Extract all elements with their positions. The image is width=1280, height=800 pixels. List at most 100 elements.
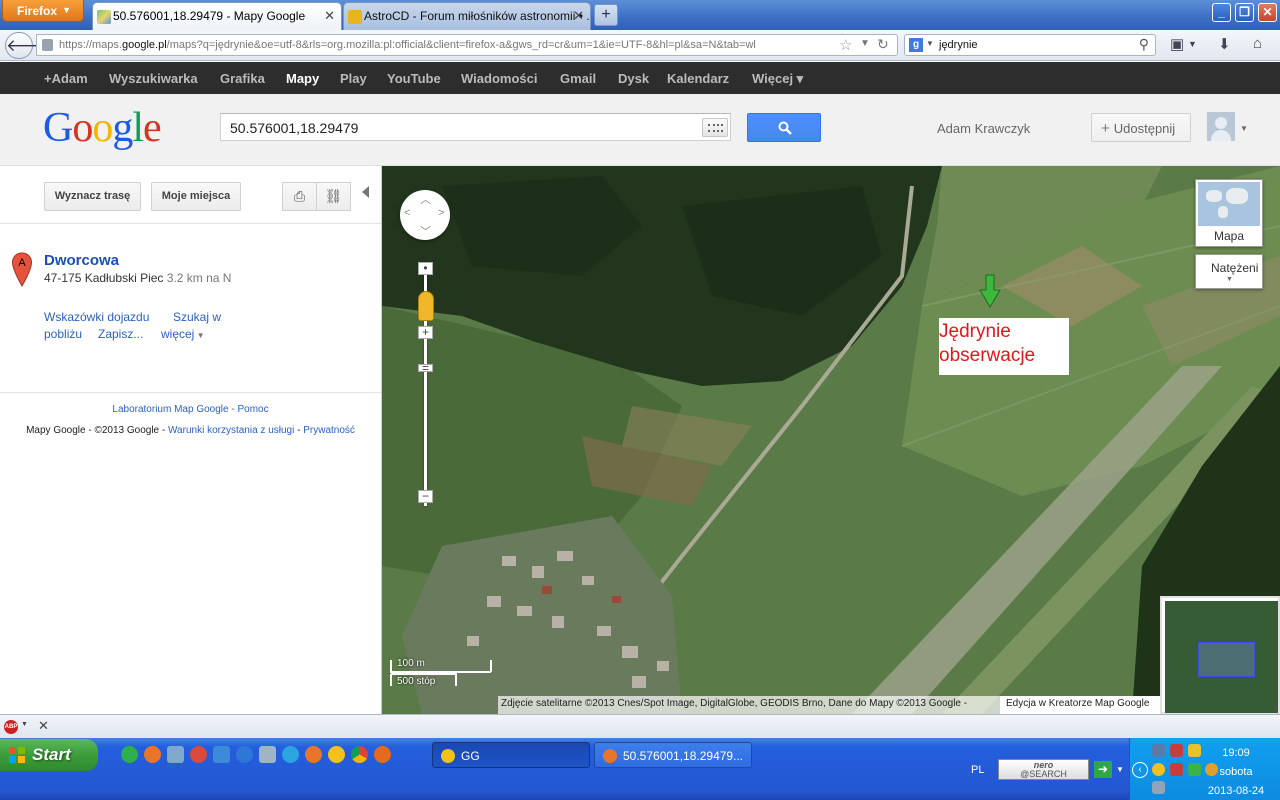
google-engine-icon[interactable]: g bbox=[909, 38, 923, 52]
chevron-down-icon[interactable]: ▼ bbox=[1116, 765, 1124, 774]
print-button[interactable]: ⎙ bbox=[282, 182, 317, 211]
tray-app-icon[interactable] bbox=[1170, 744, 1183, 757]
map-maker-link[interactable]: Edycja w Kreatorze Map Google bbox=[1000, 696, 1160, 714]
gbar-item-images[interactable]: Grafika bbox=[220, 71, 265, 86]
collapse-panel-icon[interactable] bbox=[362, 186, 369, 198]
maps-search-button[interactable] bbox=[747, 113, 821, 142]
quicklaunch-chrome-icon[interactable] bbox=[351, 746, 368, 763]
avatar[interactable] bbox=[1207, 112, 1235, 141]
gbar-item-youtube[interactable]: YouTube bbox=[387, 71, 441, 86]
more-link[interactable]: więcej ▼ bbox=[161, 327, 205, 341]
home-icon[interactable]: ⌂ bbox=[1253, 35, 1262, 52]
nero-search-box[interactable]: nero @SEARCH bbox=[998, 759, 1089, 780]
search-nearby-link[interactable]: Szukaj w bbox=[173, 310, 221, 324]
quicklaunch-skype-icon[interactable] bbox=[282, 746, 299, 763]
close-icon[interactable]: ✕ bbox=[573, 8, 584, 24]
tab-astrocd[interactable]: AstroCD - Forum miłośników astronomii • … bbox=[343, 2, 591, 30]
pegman-icon[interactable] bbox=[418, 291, 434, 321]
quicklaunch-gg-icon[interactable] bbox=[328, 746, 345, 763]
maximize-button[interactable]: ❐ bbox=[1235, 3, 1254, 22]
nero-go-button[interactable]: ➜ bbox=[1094, 761, 1112, 778]
my-places-button[interactable]: Moje miejsca bbox=[151, 182, 241, 211]
gg-tray-icon[interactable] bbox=[1152, 763, 1165, 776]
quicklaunch-firefox-icon[interactable] bbox=[144, 746, 161, 763]
reload-icon[interactable]: ↻ bbox=[877, 36, 889, 53]
directions-button[interactable]: Wyznacz trasę bbox=[44, 182, 141, 211]
user-name[interactable]: Adam Krawczyk bbox=[937, 121, 1030, 136]
clock[interactable]: 19:09 sobota 2013-08-24 bbox=[1195, 744, 1277, 800]
new-tab-button[interactable]: + bbox=[594, 4, 618, 26]
terms-link[interactable]: Warunki korzystania z usługi bbox=[168, 425, 294, 436]
labs-link[interactable]: Laboratorium Map Google bbox=[112, 404, 228, 415]
pan-left-icon[interactable]: < bbox=[404, 207, 410, 219]
pan-right-icon[interactable]: > bbox=[438, 207, 444, 219]
overview-viewport[interactable] bbox=[1198, 642, 1255, 677]
maps-search-input[interactable]: 50.576001,18.29479 bbox=[220, 113, 731, 141]
minimize-button[interactable]: _ bbox=[1212, 3, 1231, 22]
close-window-button[interactable]: ✕ bbox=[1258, 3, 1277, 22]
help-link[interactable]: Pomoc bbox=[237, 404, 268, 415]
zoom-thumb[interactable]: = bbox=[418, 362, 433, 374]
overview-map[interactable]: ↘ bbox=[1160, 596, 1280, 714]
gbar-item-calendar[interactable]: Kalendarz bbox=[667, 71, 729, 86]
gbar-item-drive[interactable]: Dysk bbox=[618, 71, 649, 86]
gbar-item-news[interactable]: Wiadomości bbox=[461, 71, 537, 86]
map-type-control[interactable]: Mapa bbox=[1195, 179, 1263, 247]
search-icon[interactable]: ⚲ bbox=[1139, 36, 1149, 53]
zoom-out-button[interactable]: − bbox=[418, 490, 433, 503]
show-hidden-icons-button[interactable]: ‹ bbox=[1132, 762, 1148, 778]
marker-a-icon[interactable]: A bbox=[11, 252, 33, 288]
bookmark-star-icon[interactable]: ☆ bbox=[839, 36, 852, 54]
back-button[interactable]: 🡐 bbox=[5, 32, 52, 59]
privacy-link[interactable]: Prywatność bbox=[303, 425, 355, 436]
bookmarks-icon[interactable]: ▣ bbox=[1170, 35, 1184, 53]
taskbar-window-firefox[interactable]: 50.576001,18.29479... bbox=[594, 742, 752, 768]
green-arrow-marker-icon[interactable] bbox=[979, 274, 1001, 308]
gbar-item-plus[interactable]: +Adam bbox=[44, 71, 88, 86]
engine-dropdown-icon[interactable]: ▼ bbox=[926, 39, 934, 48]
quicklaunch-app-icon[interactable] bbox=[374, 746, 391, 763]
quicklaunch-firefox-icon[interactable] bbox=[305, 746, 322, 763]
directions-link[interactable]: Wskazówki dojazdu bbox=[44, 310, 149, 324]
pan-control[interactable]: ︿ ﹀ < > bbox=[400, 190, 450, 240]
quicklaunch-app-icon[interactable] bbox=[213, 746, 230, 763]
volume-icon[interactable] bbox=[1152, 781, 1165, 794]
result-title[interactable]: Dworcowa bbox=[44, 252, 119, 269]
collapse-overview-icon[interactable]: ↘ bbox=[1270, 701, 1278, 712]
chevron-down-icon[interactable]: ▼ bbox=[1240, 124, 1248, 133]
chevron-down-icon[interactable]: ▼ bbox=[21, 721, 28, 728]
search-nearby-link-line2[interactable]: pobliżu bbox=[44, 327, 82, 341]
google-logo[interactable]: Google bbox=[43, 104, 162, 152]
close-icon[interactable]: ✕ bbox=[38, 718, 49, 734]
link-button[interactable]: ⛓ bbox=[316, 182, 351, 211]
close-icon[interactable]: ✕ bbox=[324, 8, 335, 24]
quicklaunch-ie-icon[interactable] bbox=[236, 746, 253, 763]
browser-search-bar[interactable]: g ▼ jędrynie ⚲ bbox=[904, 34, 1156, 56]
zoom-in-button[interactable]: + bbox=[418, 326, 433, 339]
tab-google-maps[interactable]: 50.576001,18.29479 - Mapy Google ✕ bbox=[92, 2, 342, 30]
save-link[interactable]: Zapisz... bbox=[98, 327, 143, 341]
taskbar-window-gg[interactable]: GG bbox=[432, 742, 590, 768]
network-icon[interactable] bbox=[1152, 744, 1165, 757]
gbar-item-gmail[interactable]: Gmail bbox=[560, 71, 596, 86]
history-dropdown-icon[interactable]: ▼ bbox=[860, 38, 870, 49]
firefox-menu-button[interactable]: Firefox ▼ bbox=[2, 0, 84, 22]
traffic-layer-control[interactable]: Natężeni ▼ bbox=[1195, 254, 1263, 289]
url-bar[interactable]: https://maps.google.pl/maps?q=jędrynie&o… bbox=[36, 34, 898, 56]
download-icon[interactable]: ⬇ bbox=[1218, 35, 1231, 53]
pan-up-icon[interactable]: ︿ bbox=[420, 191, 431, 207]
zoom-reset-icon[interactable]: • bbox=[418, 262, 433, 275]
bookmarks-dropdown-icon[interactable]: ▼ bbox=[1188, 39, 1197, 49]
gbar-item-search[interactable]: Wyszukiwarka bbox=[109, 71, 198, 86]
quicklaunch-app-icon[interactable] bbox=[167, 746, 184, 763]
gbar-item-more[interactable]: Więcej ▾ bbox=[752, 71, 803, 87]
keyboard-icon[interactable] bbox=[702, 118, 728, 137]
quicklaunch-app-icon[interactable] bbox=[190, 746, 207, 763]
quicklaunch-app-icon[interactable] bbox=[121, 746, 138, 763]
tray-app-icon[interactable] bbox=[1170, 763, 1183, 776]
language-indicator[interactable]: PL bbox=[971, 764, 984, 776]
gbar-item-play[interactable]: Play bbox=[340, 71, 367, 86]
pan-down-icon[interactable]: ﹀ bbox=[420, 223, 431, 239]
start-button[interactable]: Start bbox=[0, 739, 98, 771]
quicklaunch-app-icon[interactable] bbox=[259, 746, 276, 763]
